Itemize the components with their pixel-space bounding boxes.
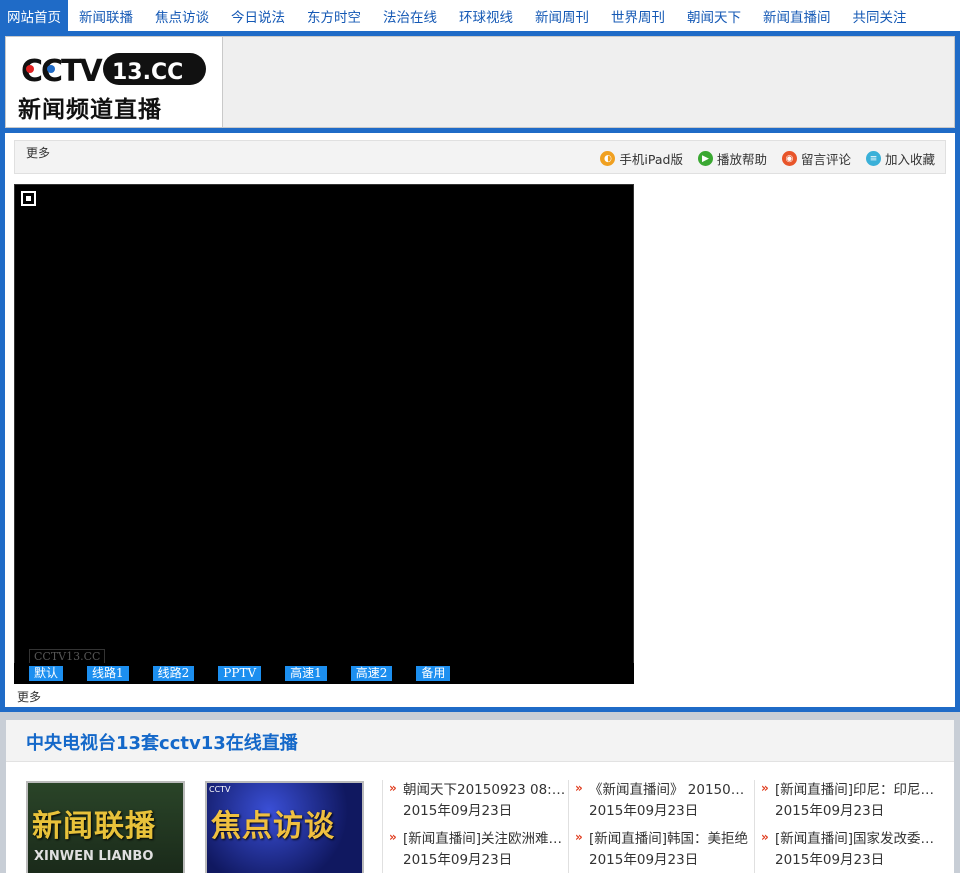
toolbar-tools: ◐ 手机iPad版 ▶ 播放帮助 ◉ 留言评论 ≡ 加入收藏 xyxy=(585,149,935,168)
bottom-section: 中央电视台13套cctv13在线直播 新闻联播 XINWEN LIANBO CC… xyxy=(0,712,960,873)
nav-item-dongfang-shikong[interactable]: 东方时空 xyxy=(296,0,372,31)
cctv13-logo-mark: CCTV 13.CC xyxy=(21,53,206,86)
list-item[interactable]: » [新闻直播间]韩国：美拒绝 2015年09月23日 xyxy=(575,829,752,871)
list-item[interactable]: » [新闻直播间]关注欧洲难民潮 2015年09月23日 xyxy=(389,829,566,871)
top-navigation: 网站首页 新闻联播 焦点访谈 今日说法 东方时空 法治在线 环球视线 新闻周刊 … xyxy=(0,0,960,31)
nav-item-huanqiu-shixian[interactable]: 环球视线 xyxy=(448,0,524,31)
arrow-icon: » xyxy=(389,830,397,844)
line-button-2[interactable]: 线路2 xyxy=(152,666,195,681)
comment-link[interactable]: ◉ 留言评论 xyxy=(781,149,851,168)
mobile-ipad-link[interactable]: ◐ 手机iPad版 xyxy=(600,149,683,168)
bookmark-link[interactable]: ≡ 加入收藏 xyxy=(865,149,935,168)
news-date: 2015年09月23日 xyxy=(589,803,699,819)
player-corner-icon xyxy=(21,191,36,206)
thumb-channel-logo: CCTV xyxy=(209,785,231,794)
site-header: CCTV 13.CC 新闻频道直播 xyxy=(5,36,955,128)
news-title[interactable]: [新闻直播间]韩国：美拒绝 xyxy=(589,829,752,849)
arrow-icon: » xyxy=(389,781,397,795)
news-title[interactable]: 朝闻天下20150923 08:00 xyxy=(403,780,566,800)
list-item[interactable]: » [新闻直播间]国家发改委召开 2015年09月23日 xyxy=(761,829,938,871)
live-section: 中央电视台13套cctv13在线直播 新闻联播 XINWEN LIANBO CC… xyxy=(6,720,954,873)
tool-label: 播放帮助 xyxy=(716,152,767,167)
line-button-fast-1[interactable]: 高速1 xyxy=(285,666,327,681)
thumb-jiaodian-fangtan[interactable]: CCTV 焦点访谈 xyxy=(205,781,364,873)
play-help-link[interactable]: ▶ 播放帮助 xyxy=(697,149,767,168)
line-button-1[interactable]: 线路1 xyxy=(87,666,129,681)
svg-text:13.CC: 13.CC xyxy=(112,60,183,85)
news-column-2: » 《新闻直播间》 20150923 2015年09月23日 » [新闻直播间]… xyxy=(568,780,752,873)
line-button-fast-2[interactable]: 高速2 xyxy=(350,666,393,681)
nav-item-xinwen-lianbo[interactable]: 新闻联播 xyxy=(68,0,144,31)
arrow-icon: » xyxy=(575,830,583,844)
line-button-backup[interactable]: 备用 xyxy=(416,666,451,681)
main-panel: 更多 ◐ 手机iPad版 ▶ 播放帮助 ◉ 留言评论 ≡ 加入收藏 CCTV13… xyxy=(5,133,955,707)
line-button-default[interactable]: 默认 xyxy=(29,666,64,681)
nav-item-zhaowen-tianxia[interactable]: 朝闻天下 xyxy=(676,0,752,31)
line-selector: 默认 线路1 线路2 PPTV 高速1 高速2 备用 xyxy=(14,663,634,684)
news-title[interactable]: [新闻直播间]印尼：印尼山火 xyxy=(775,780,938,800)
list-item[interactable]: » 《新闻直播间》 20150923 2015年09月23日 xyxy=(575,780,752,822)
list-item[interactable]: » 朝闻天下20150923 08:00 2015年09月23日 xyxy=(389,780,566,822)
arrow-icon: » xyxy=(575,781,583,795)
news-title[interactable]: [新闻直播间]国家发改委召开 xyxy=(775,829,938,849)
arrow-icon: » xyxy=(761,781,769,795)
nav-item-jiaodian-fangtan[interactable]: 焦点访谈 xyxy=(144,0,220,31)
bookmark-icon: ≡ xyxy=(865,151,881,166)
news-column-1: » 朝闻天下20150923 08:00 2015年09月23日 » [新闻直播… xyxy=(382,780,566,873)
arrow-icon: » xyxy=(761,830,769,844)
player-watermark: CCTV13.CC xyxy=(29,649,106,664)
thumb-subtitle: XINWEN LIANBO xyxy=(34,849,154,864)
list-item[interactable]: » [新闻直播间]印尼：印尼山火 2015年09月23日 xyxy=(761,780,938,822)
site-logo[interactable]: CCTV 13.CC 新闻频道直播 xyxy=(6,37,223,127)
news-title[interactable]: [新闻直播间]关注欧洲难民潮 xyxy=(403,829,566,849)
thumb-title: 焦点访谈 xyxy=(211,809,335,844)
news-date: 2015年09月23日 xyxy=(775,852,885,868)
play-icon: ▶ xyxy=(697,151,713,166)
tool-label: 加入收藏 xyxy=(884,152,935,167)
video-player[interactable]: CCTV13.CC xyxy=(14,184,634,664)
player-toolbar: 更多 ◐ 手机iPad版 ▶ 播放帮助 ◉ 留言评论 ≡ 加入收藏 xyxy=(14,140,946,174)
nav-item-fazhi-zaixian[interactable]: 法治在线 xyxy=(372,0,448,31)
news-date: 2015年09月23日 xyxy=(775,803,885,819)
thumb-title: 新闻联播 xyxy=(32,809,156,844)
line-button-pptv[interactable]: PPTV xyxy=(218,666,262,681)
logo-subtitle: 新闻频道直播 xyxy=(18,97,162,123)
tool-label: 留言评论 xyxy=(800,152,851,167)
tool-label: 手机iPad版 xyxy=(619,152,683,167)
mobile-icon: ◐ xyxy=(600,151,616,166)
more-link[interactable]: 更多 xyxy=(26,144,50,161)
news-date: 2015年09月23日 xyxy=(403,803,513,819)
news-title[interactable]: 《新闻直播间》 20150923 xyxy=(589,780,752,800)
nav-item-xinwen-zhoukan[interactable]: 新闻周刊 xyxy=(524,0,600,31)
nav-item-gongtong-guanzhu[interactable]: 共同关注 xyxy=(842,0,918,31)
more-link-below[interactable]: 更多 xyxy=(17,688,41,705)
news-date: 2015年09月23日 xyxy=(589,852,699,868)
comment-icon: ◉ xyxy=(781,151,797,166)
nav-item-home[interactable]: 网站首页 xyxy=(0,0,68,31)
nav-item-jinri-shuofa[interactable]: 今日说法 xyxy=(220,0,296,31)
section-title: 中央电视台13套cctv13在线直播 xyxy=(26,733,298,754)
thumb-xinwen-lianbo[interactable]: 新闻联播 XINWEN LIANBO xyxy=(26,781,185,873)
news-column-3: » [新闻直播间]印尼：印尼山火 2015年09月23日 » [新闻直播间]国家… xyxy=(754,780,938,873)
nav-item-xinwen-zhibojian[interactable]: 新闻直播间 xyxy=(752,0,842,31)
section-header: 中央电视台13套cctv13在线直播 xyxy=(6,720,954,762)
nav-item-shijie-zhoukan[interactable]: 世界周刊 xyxy=(600,0,676,31)
news-date: 2015年09月23日 xyxy=(403,852,513,868)
